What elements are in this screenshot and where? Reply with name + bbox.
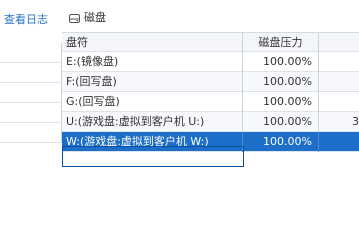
extra-cell (319, 92, 359, 112)
left-list-row[interactable] (0, 63, 62, 83)
table-row-selected[interactable]: W:(游戏盘:虚拟到客户机 W:) 100.00% (62, 132, 359, 152)
extra-cell (319, 132, 359, 152)
disk-drive-icon (69, 13, 80, 23)
disk-panel-header: 磁盘 (69, 9, 106, 25)
drive-cell: E:(镜像盘) (62, 52, 243, 72)
disk-panel-title: 磁盘 (84, 11, 106, 24)
left-list-row[interactable] (0, 83, 62, 103)
extra-cell (319, 52, 359, 72)
pressure-cell: 100.00% (243, 132, 319, 152)
drive-cell: G:(回写盘) (62, 92, 243, 112)
column-header-pressure[interactable]: 磁盘压力 (243, 33, 319, 53)
table-row[interactable]: G:(回写盘) 100.00% (62, 92, 359, 112)
drive-cell: F:(回写盘) (62, 72, 243, 92)
extra-cell (319, 72, 359, 92)
left-list-row[interactable] (0, 123, 62, 143)
left-list-row[interactable] (0, 103, 62, 123)
drive-cell: U:(游戏盘:虚拟到客户机 U:) (62, 112, 243, 132)
table-row[interactable]: E:(镜像盘) 100.00% (62, 52, 359, 72)
left-panel: 查看日志 (0, 0, 62, 213)
table-row[interactable]: U:(游戏盘:虚拟到客户机 U:) 100.00% 3 (62, 112, 359, 132)
column-header-extra[interactable] (319, 33, 359, 53)
pressure-cell: 100.00% (243, 112, 319, 132)
extra-cell: 3 (352, 115, 359, 128)
table-row[interactable]: F:(回写盘) 100.00% (62, 72, 359, 92)
column-header-drive[interactable]: 盘符 (62, 33, 243, 53)
drive-cell: W:(游戏盘:虚拟到客户机 W:) (62, 132, 243, 152)
view-log-link[interactable]: 查看日志 (4, 11, 48, 27)
pressure-cell: 100.00% (243, 72, 319, 92)
table-header-row: 盘符 磁盘压力 (62, 32, 359, 53)
pressure-cell: 100.00% (243, 52, 319, 72)
pressure-cell: 100.00% (243, 92, 319, 112)
left-list-row[interactable] (0, 43, 62, 63)
